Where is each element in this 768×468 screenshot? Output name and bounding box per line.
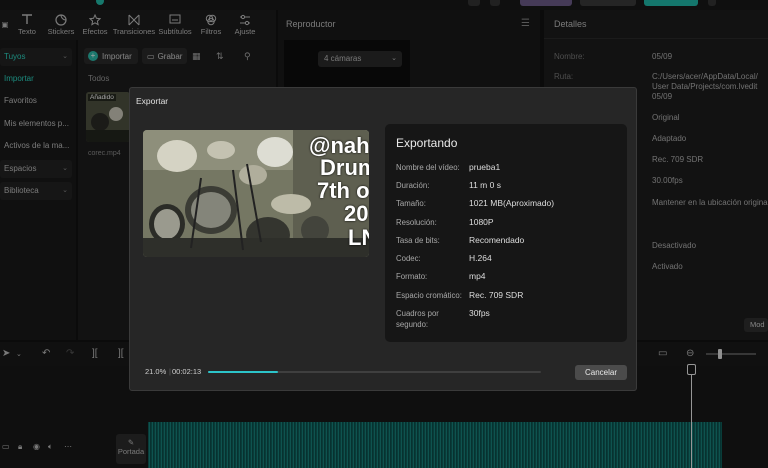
divider: | [169,367,171,376]
field-label: Cuadros por segundo: [396,309,439,329]
color-space-value: Rec. 709 SDR [469,290,524,300]
preview-overlay-text: 7th o [317,178,369,203]
video-preview: @nah Drum 7th o 20 LN [143,130,369,257]
preview-overlay-text: LN [348,225,369,250]
preview-overlay-text: Drum [320,155,369,180]
field-label: Tasa de bits: [396,236,440,245]
export-dialog: Exportar @nah Drum 7th o 20 LN Exportand… [129,87,637,391]
progress-bar [208,371,541,373]
exporting-heading: Exportando [396,136,458,150]
field-label: Resolución: [396,218,437,227]
field-label: Nombre del vídeo: [396,163,460,172]
dialog-title: Exportar [136,96,169,106]
field-label: Espacio cromático: [396,291,462,300]
field-label: Codec: [396,254,421,263]
cancel-button[interactable]: Cancelar [575,365,627,380]
preview-overlay-text: @nah [309,133,369,158]
codec-value: H.264 [469,253,492,263]
bitrate-value: Recomendado [469,235,525,245]
format-value: mp4 [469,271,486,281]
field-label: Tamaño: [396,199,426,208]
fps-value: 30fps [469,308,490,318]
size-value: 1021 MB(Aproximado) [469,198,555,208]
progress-percent: 21.0% [145,367,167,376]
field-label: Formato: [396,272,428,281]
export-info-panel: Exportando Nombre del vídeo: prueba1 Dur… [385,124,627,342]
field-label: Duración: [396,181,430,190]
progress-bar-fill [208,371,278,373]
resolution-value: 1080P [469,217,494,227]
elapsed-time: 00:02:13 [172,367,202,376]
duration-value: 11 m 0 s [469,180,501,190]
preview-overlay-text: 20 [344,201,369,226]
video-name-value: prueba1 [469,162,501,172]
